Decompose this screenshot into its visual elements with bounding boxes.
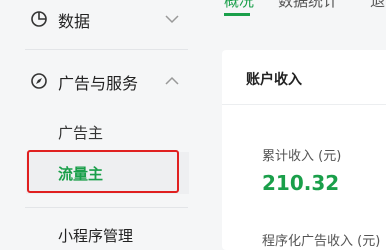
card-divider (222, 104, 386, 105)
tab-third[interactable]: 退 (370, 0, 385, 11)
sidebar-subitem-advertiser[interactable]: 广告主 (58, 122, 103, 143)
sidebar: 数据 广告与服务 广告主 流量主 小程序管理 (0, 0, 196, 245)
top-tab-bar: 概况 数据统计 退 (196, 0, 386, 16)
tab-overview[interactable]: 概况 (224, 0, 254, 11)
cumulative-income-value: 210.32 (262, 171, 340, 195)
sidebar-item-label: 数据 (58, 12, 91, 31)
highlight-box (27, 150, 179, 193)
pie-chart-icon (31, 11, 47, 27)
sidebar-item-ads-services[interactable]: 广告与服务 (0, 70, 196, 93)
compass-icon (31, 73, 47, 89)
account-income-card: 账户收入 累计收入 (元) 210.32 程序化广告收入 (元) (222, 50, 386, 250)
sidebar-divider (25, 49, 188, 50)
sidebar-item-miniprogram-management[interactable]: 小程序管理 (58, 225, 133, 246)
tab-data-statistics[interactable]: 数据统计 (278, 0, 338, 11)
card-title: 账户收入 (246, 72, 302, 88)
cumulative-income-label: 累计收入 (元) (262, 149, 342, 164)
sidebar-divider (25, 207, 188, 208)
chevron-up-icon (165, 76, 179, 85)
sidebar-item-label: 广告与服务 (58, 74, 139, 93)
chevron-down-icon (165, 15, 179, 24)
active-tab-indicator (224, 13, 250, 16)
sidebar-item-data[interactable]: 数据 (0, 8, 196, 31)
